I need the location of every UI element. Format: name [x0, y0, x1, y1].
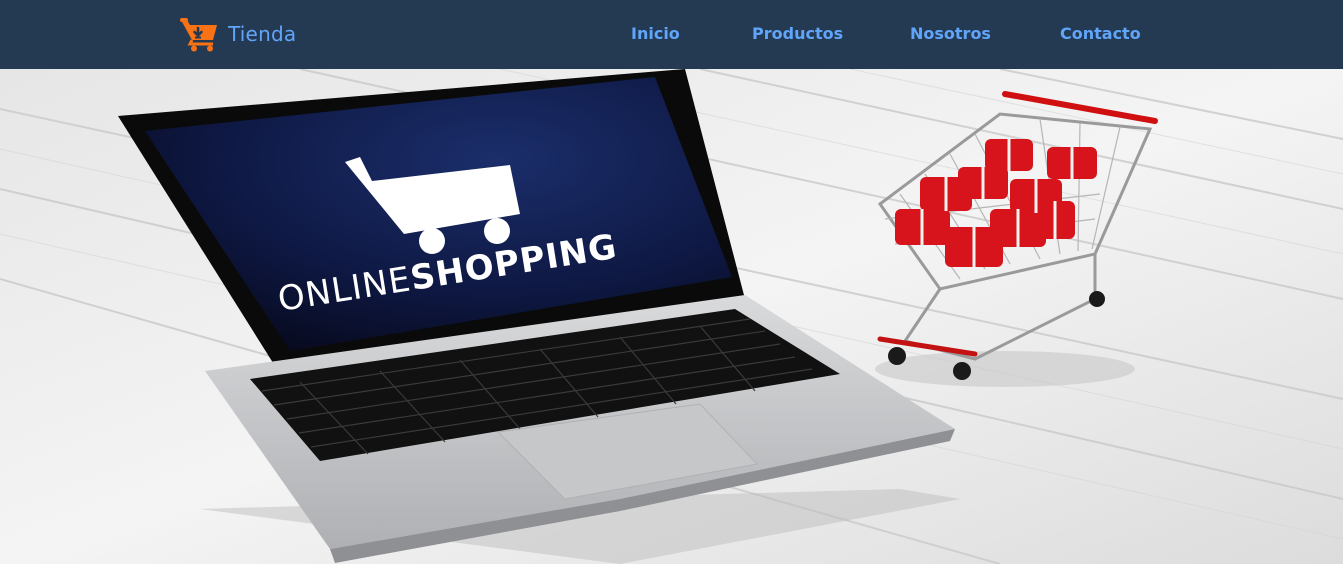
navbar: Tienda Inicio Productos Nosotros Contact… — [0, 0, 1343, 69]
nav-link-productos[interactable]: Productos — [752, 24, 843, 44]
nav-link-inicio[interactable]: Inicio — [631, 24, 680, 44]
brand-name: Tienda — [228, 22, 297, 46]
shopping-cart-icon — [180, 16, 219, 52]
nav-link-contacto[interactable]: Contacto — [1060, 24, 1141, 44]
hero-banner: ONLINESHOPPING — [0, 69, 1343, 564]
hero-image: ONLINESHOPPING — [0, 69, 1343, 564]
brand-link[interactable]: Tienda — [180, 15, 296, 53]
nav-link-nosotros[interactable]: Nosotros — [910, 24, 991, 44]
